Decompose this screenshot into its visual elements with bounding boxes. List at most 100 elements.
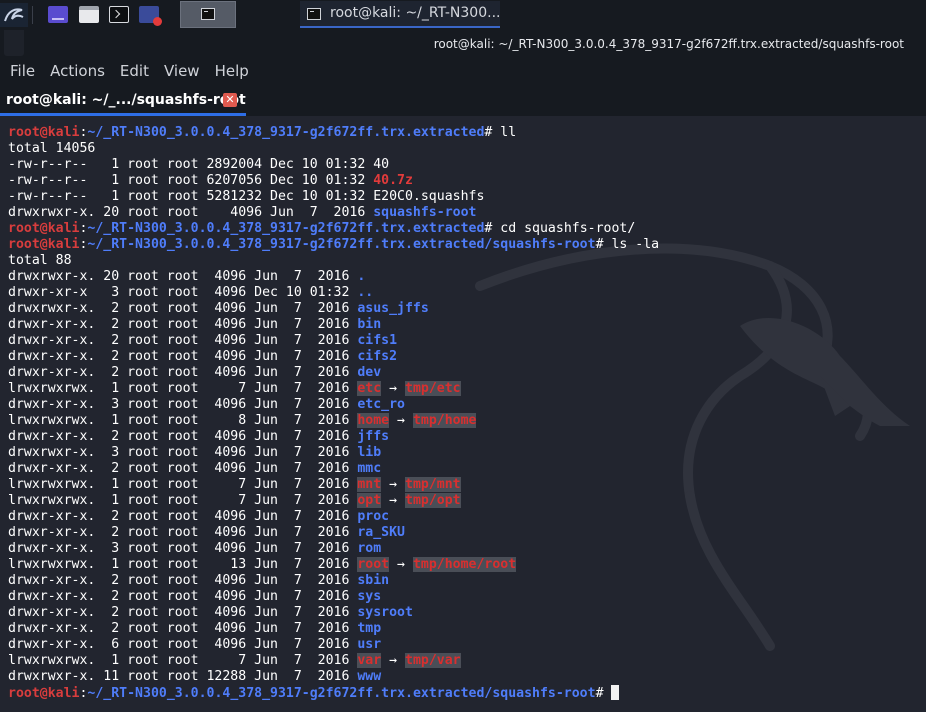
file-name: 40.7z: [373, 173, 413, 188]
file-metadata: lrwxrwxrwx. 1 root root 8 Jun 7 2016: [8, 413, 358, 428]
terminal-line: drwxr-xr-x. 2 root root 4096 Jun 7 2016 …: [8, 621, 659, 637]
file-manager-icon[interactable]: [79, 6, 99, 23]
menu-edit[interactable]: Edit: [110, 58, 149, 86]
window-titlebar[interactable]: root@kali: ~/_RT-N300_3.0.0.4_378_9317-g…: [0, 30, 926, 58]
terminal-line: drwxr-xr-x. 2 root root 4096 Jun 7 2016 …: [8, 461, 659, 477]
file-metadata: drwxr-xr-x. 2 root root 4096 Jun 7 2016: [8, 429, 358, 444]
file-metadata: drwxr-xr-x. 2 root root 4096 Jun 7 2016: [8, 573, 358, 588]
file-metadata: -rw-r--r-- 1 root root 6207056 Dec 10 01…: [8, 173, 374, 188]
terminal-line: drwxr-xr-x. 2 root root 4096 Jun 7 2016 …: [8, 589, 659, 605]
terminal-line: drwxr-xr-x. 2 root root 4096 Jun 7 2016 …: [8, 333, 659, 349]
symlink-arrow: →: [389, 413, 413, 428]
command-text: ls -la: [603, 237, 660, 252]
file-name: squashfs-root: [373, 205, 477, 220]
file-name: E20C0.squashfs: [373, 189, 485, 204]
symlink-target: tmp/mnt: [405, 477, 461, 492]
menu-actions[interactable]: Actions: [40, 58, 105, 86]
panel-separator: [32, 6, 33, 24]
file-metadata: drwxrwxr-x. 2 root root 4096 Jun 7 2016: [8, 301, 358, 316]
screen-recorder-icon[interactable]: [139, 6, 162, 26]
terminal-line: root@kali:~/_RT-N300_3.0.0.4_378_9317-g2…: [8, 237, 659, 253]
window-handle: [4, 30, 24, 56]
file-metadata: drwxr-xr-x. 2 root root 4096 Jun 7 2016: [8, 333, 358, 348]
symlink-name: root: [357, 557, 390, 572]
active-task-button[interactable]: [180, 1, 236, 28]
tab-bar: root@kali: ~/_.../squashfs-root ✕: [0, 86, 926, 116]
file-name: rom: [357, 541, 382, 556]
kali-menu-icon[interactable]: [0, 3, 28, 27]
file-metadata: lrwxrwxrwx. 1 root root 7 Jun 7 2016: [8, 653, 358, 668]
command-text: ll: [492, 125, 517, 140]
prompt-path: ~/_RT-N300_3.0.0.4_378_9317-g2f672ff.trx…: [87, 125, 485, 140]
terminal-line: drwxr-xr-x. 6 root root 4096 Jun 7 2016 …: [8, 637, 659, 653]
file-metadata: drwxrwxr-x. 11 root root 12288 Jun 7 201…: [8, 669, 358, 684]
prompt-user-host: root@kali: [8, 237, 80, 252]
terminal-line: lrwxrwxrwx. 1 root root 7 Jun 7 2016 opt…: [8, 493, 659, 509]
file-metadata: drwxrwxr-x. 3 root root 4096 Jun 7 2016: [8, 445, 358, 460]
file-metadata: drwxr-xr-x. 2 root root 4096 Jun 7 2016: [8, 461, 358, 476]
terminal-line: lrwxrwxrwx. 1 root root 8 Jun 7 2016 hom…: [8, 413, 659, 429]
prompt-path: ~/_RT-N300_3.0.0.4_378_9317-g2f672ff.trx…: [87, 686, 596, 701]
file-metadata: -rw-r--r-- 1 root root 5281232 Dec 10 01…: [8, 189, 374, 204]
terminal-line: -rw-r--r-- 1 root root 6207056 Dec 10 01…: [8, 173, 659, 189]
file-name: .: [357, 269, 366, 284]
file-name: dev: [357, 365, 382, 380]
symlink-arrow: →: [389, 557, 413, 572]
symlink-arrow: →: [381, 493, 405, 508]
menu-file[interactable]: File: [0, 58, 35, 86]
terminal-line: drwxr-xr-x. 2 root root 4096 Jun 7 2016 …: [8, 605, 659, 621]
file-name: usr: [357, 637, 382, 652]
output-text: total 88: [8, 253, 72, 268]
terminal-icon[interactable]: [109, 6, 129, 23]
command-text: cd squashfs-root/: [492, 221, 636, 236]
top-panel: root@kali: ~/_RT-N300...: [0, 0, 926, 30]
terminal-line: lrwxrwxrwx. 1 root root 7 Jun 7 2016 mnt…: [8, 477, 659, 493]
file-name: www: [357, 669, 382, 684]
prompt-symbol: #: [595, 237, 604, 252]
prompt-user-host: root@kali: [8, 221, 80, 236]
terminal-line: -rw-r--r-- 1 root root 2892004 Dec 10 01…: [8, 157, 659, 173]
terminal-line: drwxr-xr-x. 2 root root 4096 Jun 7 2016 …: [8, 365, 659, 381]
file-name: cifs2: [357, 349, 398, 364]
file-name: asus_jffs: [357, 301, 429, 316]
terminal-output[interactable]: root@kali:~/_RT-N300_3.0.0.4_378_9317-g2…: [0, 116, 926, 712]
workspace-icon[interactable]: [48, 6, 68, 23]
terminal-line: drwxrwxr-x. 2 root root 4096 Jun 7 2016 …: [8, 301, 659, 317]
file-name: jffs: [357, 429, 390, 444]
window-task-button[interactable]: root@kali: ~/_RT-N300...: [300, 1, 500, 28]
symlink-name: etc: [357, 381, 382, 396]
close-icon[interactable]: ✕: [223, 93, 237, 107]
terminal-line: root@kali:~/_RT-N300_3.0.0.4_378_9317-g2…: [8, 221, 659, 237]
symlink-target: tmp/opt: [405, 493, 461, 508]
terminal-line: lrwxrwxrwx. 1 root root 7 Jun 7 2016 etc…: [8, 381, 659, 397]
symlink-target: tmp/etc: [405, 381, 461, 396]
terminal-line: drwxr-xr-x. 2 root root 4096 Jun 7 2016 …: [8, 509, 659, 525]
terminal-lines: root@kali:~/_RT-N300_3.0.0.4_378_9317-g2…: [8, 125, 659, 701]
terminal-line: drwxr-xr-x. 3 root root 4096 Jun 7 2016 …: [8, 541, 659, 557]
terminal-line: root@kali:~/_RT-N300_3.0.0.4_378_9317-g2…: [8, 125, 659, 141]
terminal-line: drwxr-xr-x. 2 root root 4096 Jun 7 2016 …: [8, 573, 659, 589]
file-metadata: drwxr-xr-x 3 root root 4096 Dec 10 01:32: [8, 285, 358, 300]
symlink-target: tmp/var: [405, 653, 461, 668]
terminal-line: drwxr-xr-x. 2 root root 4096 Jun 7 2016 …: [8, 349, 659, 365]
file-name: tmp: [357, 621, 382, 636]
terminal-line: drwxrwxr-x. 20 root root 4096 Jun 7 2016…: [8, 269, 659, 285]
file-metadata: lrwxrwxrwx. 1 root root 13 Jun 7 2016: [8, 557, 358, 572]
file-name: 40: [373, 157, 390, 172]
prompt-symbol: #: [595, 686, 604, 701]
command-text: [604, 686, 612, 701]
menu-view[interactable]: View: [154, 58, 200, 86]
window-title: root@kali: ~/_RT-N300_3.0.0.4_378_9317-g…: [433, 37, 904, 51]
tab-terminal[interactable]: root@kali: ~/_.../squashfs-root ✕: [0, 86, 246, 116]
menu-help[interactable]: Help: [205, 58, 249, 86]
terminal-line: total 88: [8, 253, 659, 269]
file-metadata: drwxrwxr-x. 20 root root 4096 Jun 7 2016: [8, 269, 358, 284]
file-metadata: drwxr-xr-x. 6 root root 4096 Jun 7 2016: [8, 637, 358, 652]
terminal-icon: [201, 8, 215, 20]
file-name: cifs1: [357, 333, 398, 348]
symlink-arrow: →: [381, 381, 405, 396]
symlink-target: tmp/home: [412, 413, 477, 428]
symlink-name: mnt: [357, 477, 382, 492]
terminal-line: lrwxrwxrwx. 1 root root 7 Jun 7 2016 var…: [8, 653, 659, 669]
terminal-line: -rw-r--r-- 1 root root 5281232 Dec 10 01…: [8, 189, 659, 205]
